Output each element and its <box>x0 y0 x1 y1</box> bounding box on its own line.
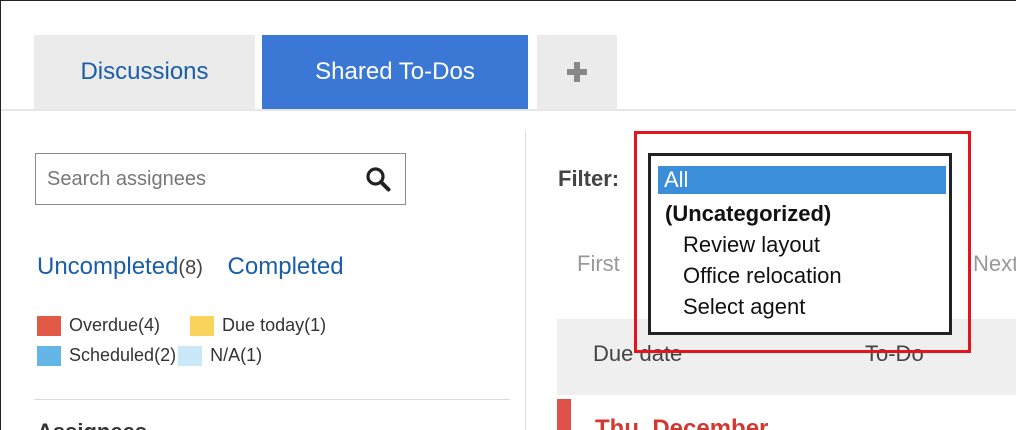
overdue-indicator <box>557 399 571 430</box>
legend-row: Scheduled(2) N/A(1) <box>37 345 262 366</box>
legend-label: Overdue(4) <box>69 315 161 335</box>
search-assignees-box <box>35 153 406 205</box>
assignees-heading: Assignees <box>37 419 147 430</box>
tab-bar-divider <box>1 109 1016 111</box>
tab-discussions[interactable]: Discussions <box>34 35 255 109</box>
legend-label: Due today(1) <box>222 315 327 335</box>
app-frame: Discussions Shared To-Dos Uncompleted(8)… <box>0 0 1016 430</box>
first-page-link[interactable]: First <box>577 251 620 277</box>
overdue-swatch <box>37 315 61 336</box>
tab-shared-todos[interactable]: Shared To-Dos <box>262 35 528 109</box>
na-swatch <box>178 345 203 366</box>
tab-shared-todos-label: Shared To-Dos <box>315 58 475 85</box>
filter-label: Filter: <box>558 166 620 191</box>
legend-label: Scheduled(2) <box>69 345 177 365</box>
plus-icon <box>567 62 587 82</box>
scheduled-swatch <box>37 345 61 366</box>
legend-item-due-today: Due today(1) <box>190 315 326 336</box>
legend-row: Overdue(4) Due today(1) <box>37 315 326 336</box>
tab-discussions-label: Discussions <box>80 58 209 85</box>
search-icon[interactable] <box>365 166 391 192</box>
section-divider <box>34 399 510 400</box>
status-links: Uncompleted(8) Completed <box>37 253 344 281</box>
legend-item-na: N/A(1) <box>178 345 262 366</box>
search-input[interactable] <box>36 167 346 191</box>
due-today-swatch <box>190 315 215 336</box>
legend-label: N/A(1) <box>210 345 263 365</box>
legend-item-overdue: Overdue(4) <box>37 315 160 336</box>
completed-link[interactable]: Completed <box>228 253 344 280</box>
row-date-heading: Thu, December <box>595 415 769 430</box>
uncompleted-count: (8) <box>178 257 203 279</box>
uncompleted-link[interactable]: Uncompleted <box>37 253 178 280</box>
next-page-link[interactable]: Next <box>973 251 1016 277</box>
add-tab-button[interactable] <box>537 35 617 109</box>
highlight-box <box>634 131 971 353</box>
legend-item-scheduled: Scheduled(2) <box>37 345 176 366</box>
pane-divider <box>525 131 526 430</box>
